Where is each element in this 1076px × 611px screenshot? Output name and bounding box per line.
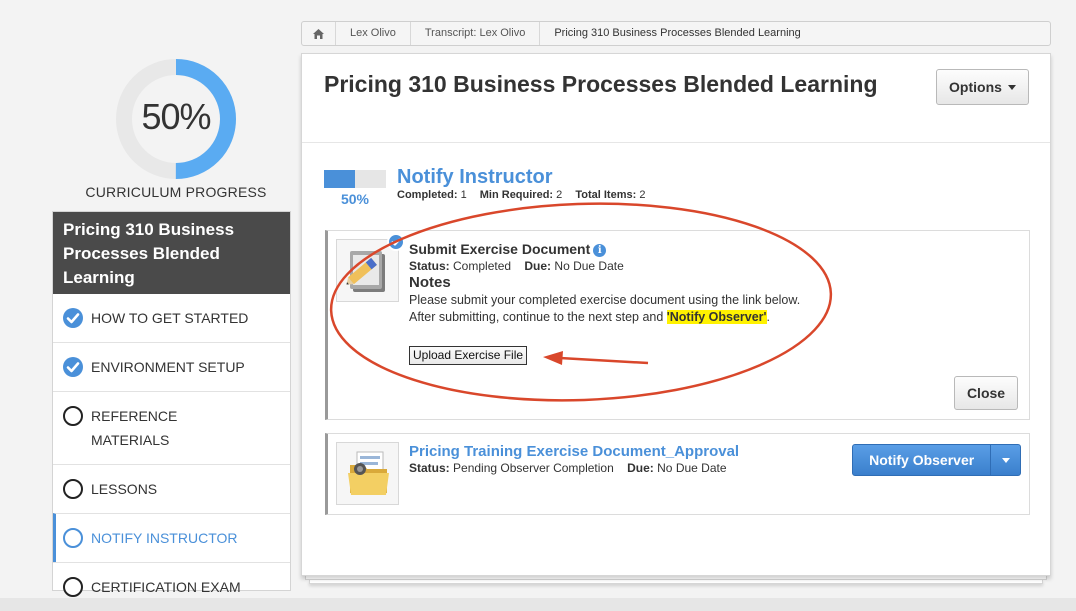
options-button[interactable]: Options xyxy=(936,69,1029,105)
item-status: Status: Completed Due: No Due Date xyxy=(409,259,624,273)
folder-document-icon xyxy=(336,442,399,505)
sidebar-item-label: NOTIFY INSTRUCTOR xyxy=(91,530,238,546)
sidebar-item-environment-setup[interactable]: ENVIRONMENT SETUP xyxy=(53,342,290,391)
item-title: Submit Exercise Document i xyxy=(409,241,607,257)
status-label: Status: xyxy=(409,259,450,273)
sidebar-item-label: CERTIFICATION EXAM xyxy=(91,579,241,595)
breadcrumb-current: Pricing 310 Business Processes Blended L… xyxy=(554,27,801,39)
step-progress-bar xyxy=(324,170,386,188)
approval-document-link[interactable]: Pricing Training Exercise Document_Appro… xyxy=(409,443,739,460)
notify-observer-dropdown-toggle[interactable] xyxy=(990,445,1020,475)
step-progress-percent: 50% xyxy=(340,191,370,207)
completed-value: 1 xyxy=(460,189,467,201)
sidebar-item-label: LESSONS xyxy=(91,481,158,497)
notes-text-end: . xyxy=(766,310,771,324)
notes-text: After submitting, continue to the next s… xyxy=(409,310,667,324)
step-title: Notify Instructor xyxy=(397,166,553,188)
sidebar-item-reference-materials[interactable]: REFERENCE MATERIALS xyxy=(53,391,290,464)
due-label: Due: xyxy=(627,461,654,475)
empty-circle-icon xyxy=(63,577,83,597)
step-stats: Completed: 1 Min Required: 2 Total Items… xyxy=(397,189,645,201)
breadcrumb-user[interactable]: Lex Olivo xyxy=(336,22,411,45)
notify-observer-button[interactable]: Notify Observer xyxy=(852,444,1021,476)
caret-down-icon xyxy=(1007,84,1016,90)
curriculum-sidebar: Pricing 310 Business Processes Blended L… xyxy=(52,211,291,597)
upload-exercise-file-button[interactable]: Upload Exercise File xyxy=(409,346,528,365)
close-button[interactable]: Close xyxy=(954,376,1018,410)
panel-header: Pricing 310 Business Processes Blended L… xyxy=(302,54,1050,143)
due-value: No Due Date xyxy=(657,461,727,475)
info-icon[interactable]: i xyxy=(593,244,607,257)
status-value: Pending Observer Completion xyxy=(453,461,614,475)
empty-circle-icon xyxy=(63,406,83,426)
empty-circle-icon xyxy=(63,479,83,499)
check-circle-icon xyxy=(63,308,83,328)
progress-caption: CURRICULUM PROGRESS xyxy=(85,184,267,200)
notify-observer-label[interactable]: Notify Observer xyxy=(853,445,990,475)
breadcrumb-transcript[interactable]: Transcript: Lex Olivo xyxy=(411,22,541,45)
notes-heading: Notes xyxy=(409,274,451,291)
empty-circle-icon xyxy=(63,528,83,548)
step-progress-fill xyxy=(324,170,355,188)
step-header: 50% Notify Instructor Completed: 1 Min R… xyxy=(324,166,924,207)
completed-label: Completed: xyxy=(397,189,458,201)
curriculum-panel: Pricing 310 Business Processes Blended L… xyxy=(301,53,1051,576)
curriculum-title: Pricing 310 Business Processes Blended L… xyxy=(53,212,290,294)
due-label: Due: xyxy=(524,259,552,273)
curriculum-steps: HOW TO GET STARTED ENVIRONMENT SETUP REF… xyxy=(53,294,290,611)
sidebar-item-lessons[interactable]: LESSONS xyxy=(53,464,290,513)
item-title-text: Submit Exercise Document xyxy=(409,241,591,257)
sidebar-item-label: HOW TO GET STARTED xyxy=(91,310,249,326)
check-badge-icon xyxy=(387,233,405,251)
breadcrumb: Lex Olivo Transcript: Lex Olivo Pricing … xyxy=(301,21,1051,46)
progress-percent: 50% xyxy=(141,96,211,137)
notes-highlight: 'Notify Observer' xyxy=(666,310,767,324)
sidebar-item-certification-exam[interactable]: CERTIFICATION EXAM xyxy=(53,562,290,611)
total-items-value: 2 xyxy=(639,189,646,201)
notes-line-2: After submitting, continue to the next s… xyxy=(409,310,770,324)
sidebar-item-how-to-get-started[interactable]: HOW TO GET STARTED xyxy=(53,294,290,342)
options-label: Options xyxy=(949,79,1002,95)
status-value: Completed xyxy=(453,259,512,273)
min-required-value: 2 xyxy=(556,189,563,201)
status-label: Status: xyxy=(409,461,450,475)
sidebar-item-label: REFERENCE MATERIALS xyxy=(91,408,178,448)
min-required-label: Min Required: xyxy=(479,189,554,201)
home-icon[interactable] xyxy=(302,22,336,45)
notes-line-1: Please submit your completed exercise do… xyxy=(409,293,801,307)
exercise-document-item: Submit Exercise Document i Status: Comple… xyxy=(325,230,1030,420)
sidebar-item-label: ENVIRONMENT SETUP xyxy=(91,359,245,375)
check-circle-icon xyxy=(63,357,83,377)
panel-stack-shadow xyxy=(309,580,1043,584)
sidebar-item-notify-instructor[interactable]: NOTIFY INSTRUCTOR xyxy=(53,513,290,562)
panel-stack-shadow xyxy=(305,576,1047,580)
caret-down-icon xyxy=(1001,457,1010,463)
page-title: Pricing 310 Business Processes Blended L… xyxy=(324,71,878,97)
approval-document-item: Pricing Training Exercise Document_Appro… xyxy=(325,433,1030,515)
total-items-label: Total Items: xyxy=(575,189,637,201)
due-value: No Due Date xyxy=(554,259,624,273)
item-status: Status: Pending Observer Completion Due:… xyxy=(409,461,727,475)
